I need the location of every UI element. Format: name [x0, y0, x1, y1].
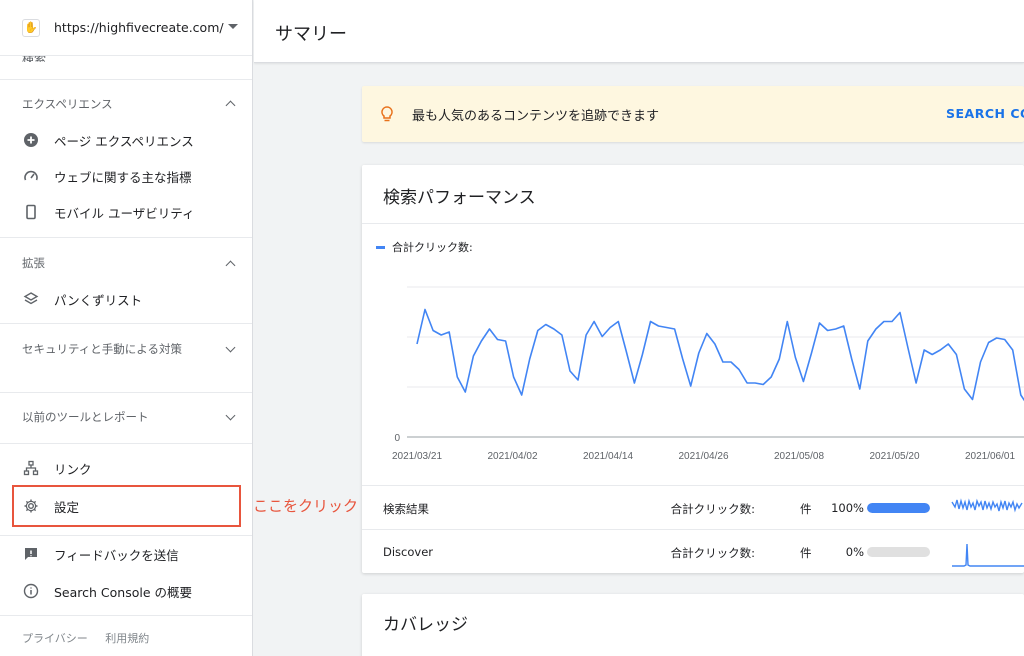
- divider: [0, 79, 252, 80]
- gauge-icon: [22, 167, 40, 185]
- plus-circle-icon: [22, 131, 40, 149]
- footer-links: プライバシー 利用規約: [22, 630, 163, 646]
- series-line-clicks: [416, 308, 1024, 402]
- divider: [0, 237, 252, 238]
- divider: [0, 615, 252, 616]
- info-banner: 最も人気のあるコンテンツを追跡できます SEARCH CO: [362, 86, 1024, 142]
- annotation-label: ここをクリック: [253, 497, 359, 515]
- x-tick-label: 2021/05/20: [869, 451, 919, 462]
- chevron-down-icon[interactable]: [225, 342, 236, 353]
- site-favicon-icon: ✋: [22, 18, 40, 37]
- row-name: 検索結果: [383, 502, 429, 516]
- x-tick-label: 2021/03/21: [392, 451, 442, 462]
- sidebar: 検索 ✋ https://highfivecreate.com/ エクスペリエン…: [0, 0, 253, 656]
- section-header-experience[interactable]: エクスペリエンス: [22, 95, 237, 113]
- x-tick-label: 2021/04/02: [487, 451, 537, 462]
- row-percent: 0%: [845, 545, 864, 559]
- table-row-discover[interactable]: Discover 合計クリック数: 件 0%: [362, 529, 1024, 573]
- legend-swatch: [376, 245, 385, 249]
- x-tick-label: 2021/04/26: [678, 451, 728, 462]
- row-unit: 件: [800, 546, 812, 560]
- property-url: https://highfivecreate.com/: [54, 20, 224, 35]
- search-console-button[interactable]: SEARCH CO: [946, 106, 1024, 121]
- sidebar-item-breadcrumbs[interactable]: パンくずリスト: [22, 287, 242, 311]
- row-percent: 100%: [831, 501, 864, 515]
- highlight-box: [12, 485, 241, 527]
- property-selector[interactable]: ✋ https://highfivecreate.com/: [0, 0, 252, 56]
- legend-label: 合計クリック数:: [392, 241, 473, 254]
- section-header-security[interactable]: セキュリティと手動による対策: [22, 340, 212, 358]
- sidebar-item-mobile-usability[interactable]: モバイル ユーザビリティ: [22, 200, 242, 224]
- divider: [0, 392, 252, 393]
- smartphone-icon: [22, 203, 40, 221]
- banner-text: 最も人気のあるコンテンツを追跡できます: [412, 108, 660, 124]
- coverage-card: カバレッジ: [362, 594, 1024, 656]
- sidebar-item-core-web-vitals[interactable]: ウェブに関する主な指標: [22, 164, 242, 188]
- table-row-search[interactable]: 検索結果 合計クリック数: 件 100%: [362, 485, 1024, 529]
- lightbulb-icon: [378, 105, 396, 123]
- section-header-enhancements[interactable]: 拡張: [22, 254, 237, 272]
- x-tick-label: 2021/04/14: [583, 451, 633, 462]
- sidebar-item-page-experience[interactable]: ページ エクスペリエンス: [22, 128, 242, 152]
- share-bar: [867, 547, 930, 557]
- x-tick-label: 2021/06/01: [965, 451, 1015, 462]
- divider: [0, 443, 252, 444]
- page-header: サマリー: [254, 0, 1024, 63]
- row-metric: 合計クリック数:: [670, 502, 755, 516]
- sparkline-discover: [952, 543, 1024, 567]
- row-metric: 合計クリック数:: [670, 546, 755, 560]
- x-tick-label: 2021/05/08: [774, 451, 824, 462]
- section-header-legacy-tools[interactable]: 以前のツールとレポート: [22, 408, 237, 426]
- feedback-icon: [22, 545, 40, 563]
- page-title: サマリー: [275, 24, 347, 45]
- divider: [362, 223, 1024, 224]
- performance-card: 検索パフォーマンス 合計クリック数: 0 2021/03/21 2021/04/02…: [362, 165, 1024, 573]
- performance-chart: 0 2021/03/21 2021/04/02 2021/04/14 2021/04/2…: [392, 286, 1024, 462]
- sidebar-item-feedback[interactable]: フィードバックを送信: [22, 542, 242, 566]
- layers-icon: [22, 290, 40, 308]
- divider: [0, 535, 252, 536]
- y-tick-label: 0: [394, 433, 400, 444]
- row-name: Discover: [383, 545, 434, 559]
- sidebar-item-links[interactable]: リンク: [22, 456, 242, 480]
- coverage-title: カバレッジ: [383, 615, 468, 635]
- sparkline-search: [951, 498, 1023, 513]
- share-bar-fill: [867, 503, 930, 513]
- sidebar-item-about[interactable]: Search Console の概要: [22, 579, 242, 603]
- chart-legend: 合計クリック数:: [376, 239, 473, 255]
- row-unit: 件: [800, 502, 812, 516]
- terms-link[interactable]: 利用規約: [105, 632, 149, 645]
- sitemap-icon: [22, 459, 40, 477]
- privacy-link[interactable]: プライバシー: [22, 632, 88, 645]
- divider: [0, 323, 252, 324]
- info-icon: [22, 582, 40, 600]
- performance-title: 検索パフォーマンス: [383, 188, 536, 208]
- share-bar: [867, 503, 930, 513]
- dropdown-caret-icon: [228, 24, 238, 29]
